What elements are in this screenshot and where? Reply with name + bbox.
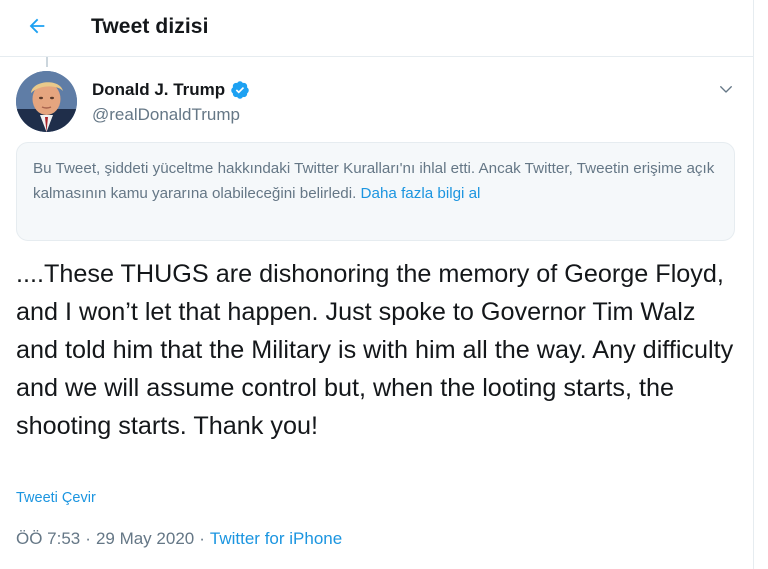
tweet-source-link[interactable]: Twitter for iPhone xyxy=(210,529,342,549)
meta-separator: · xyxy=(199,529,205,548)
author-name-row[interactable]: Donald J. Trump xyxy=(92,80,250,100)
thread-connector-line xyxy=(46,57,48,67)
more-options-button[interactable] xyxy=(712,77,740,105)
author-handle[interactable]: @realDonaldTrump xyxy=(92,105,240,125)
public-interest-notice: Bu Tweet, şiddeti yüceltme hakkındaki Tw… xyxy=(16,142,735,241)
tweet-detail-column: Tweet dizisi Donald J. Trump @realDonald… xyxy=(0,0,754,569)
verified-badge-icon xyxy=(230,80,250,100)
page-title: Tweet dizisi xyxy=(91,15,209,38)
back-button[interactable] xyxy=(18,9,56,47)
tweet-text: ....These THUGS are dishonoring the memo… xyxy=(16,260,734,440)
arrow-left-icon xyxy=(26,15,48,42)
author-name[interactable]: Donald J. Trump xyxy=(92,80,225,100)
chevron-down-icon xyxy=(717,80,735,103)
translate-tweet-link[interactable]: Tweeti Çevir xyxy=(16,490,96,506)
tweet-meta: ÖÖ 7:53 · 29 May 2020 · Twitter for iPho… xyxy=(16,529,342,549)
meta-separator: · xyxy=(85,529,91,548)
page-header: Tweet dizisi xyxy=(0,0,754,57)
tweet-date[interactable]: 29 May 2020 xyxy=(96,529,194,549)
learn-more-link[interactable]: Daha fazla bilgi al xyxy=(361,185,481,202)
avatar[interactable] xyxy=(16,71,77,132)
tweet-time[interactable]: ÖÖ 7:53 xyxy=(16,529,80,549)
